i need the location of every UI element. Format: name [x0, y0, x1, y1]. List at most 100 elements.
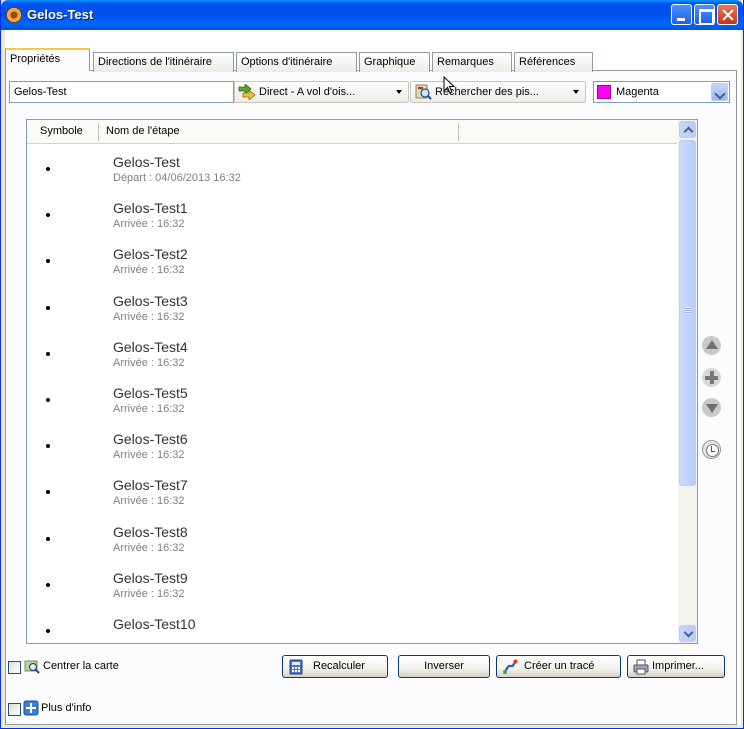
- waypoint-dot-icon: [46, 351, 50, 356]
- list-item[interactable]: Gelos-Test2 Arrivée : 16:32: [27, 237, 677, 283]
- list-item[interactable]: Gelos-Test7 Arrivée : 16:32: [27, 468, 677, 514]
- list-item[interactable]: Gelos-Test10: [27, 607, 677, 643]
- search-poi-icon: [415, 84, 432, 100]
- list-item[interactable]: Gelos-Test1 Arrivée : 16:32: [27, 191, 677, 237]
- more-info-label[interactable]: Plus d'info: [41, 702, 91, 714]
- scroll-thumb[interactable]: [679, 140, 696, 486]
- scroll-down-button[interactable]: [679, 625, 696, 642]
- waypoint-time: Arrivée : 16:32: [113, 356, 185, 369]
- waypoint-list[interactable]: Symbole Nom de l'étape Gelos-Test Départ …: [26, 119, 698, 644]
- waypoint-name: Gelos-Test9: [113, 569, 188, 586]
- list-item[interactable]: Gelos-Test3 Arrivée : 16:32: [27, 284, 677, 330]
- waypoint-time: Arrivée : 16:32: [113, 264, 185, 277]
- routing-mode-label: Direct - A vol d'ois...: [259, 86, 356, 98]
- add-waypoint-button[interactable]: [702, 368, 721, 387]
- vertical-scrollbar[interactable]: [678, 120, 697, 643]
- direct-route-icon: [238, 84, 256, 100]
- color-select[interactable]: Magenta: [593, 81, 730, 103]
- title-bar[interactable]: Gelos-Test: [1, 0, 743, 30]
- center-map-label[interactable]: Centrer la carte: [43, 660, 119, 672]
- app-window: Gelos-Test Propriétés Directions de l'it…: [0, 0, 744, 729]
- printer-icon: [633, 659, 649, 675]
- list-item[interactable]: Gelos-Test Départ : 04/06/2013 16:32: [27, 145, 677, 191]
- waypoint-dot-icon: [46, 167, 50, 171]
- reverse-label: Inverser: [424, 660, 464, 672]
- waypoint-name: Gelos-Test2: [113, 246, 188, 263]
- tab-proprietes[interactable]: Propriétés: [5, 48, 90, 71]
- waypoint-time: Arrivée : 16:32: [113, 449, 185, 462]
- waypoint-name: Gelos-Test8: [113, 523, 188, 540]
- minimize-button[interactable]: [671, 4, 692, 25]
- maximize-button[interactable]: [694, 4, 715, 25]
- move-up-button[interactable]: [702, 336, 721, 355]
- waypoint-dot-icon: [46, 305, 50, 310]
- waypoint-time: Arrivée : 16:32: [113, 587, 185, 600]
- waypoint-name: Gelos-Test1: [113, 200, 188, 217]
- waypoint-name: Gelos-Test: [113, 154, 180, 170]
- tab-options[interactable]: Options d'itinéraire: [236, 52, 357, 72]
- close-button[interactable]: [717, 4, 738, 25]
- list-item[interactable]: Gelos-Test5 Arrivée : 16:32: [27, 376, 677, 422]
- waypoint-dot-icon: [46, 397, 50, 402]
- track-icon: [503, 659, 518, 674]
- waypoint-time: Arrivée : 16:32: [113, 402, 185, 415]
- scroll-up-button[interactable]: [679, 121, 696, 138]
- recalculate-button[interactable]: Recalculer: [282, 655, 388, 678]
- more-info-checkbox[interactable]: [8, 703, 21, 716]
- waypoint-dot-icon: [46, 582, 50, 587]
- list-item[interactable]: Gelos-Test4 Arrivée : 16:32: [27, 330, 677, 376]
- waypoint-name: Gelos-Test6: [113, 431, 188, 448]
- move-down-button[interactable]: [702, 398, 721, 417]
- column-divider[interactable]: [98, 123, 99, 141]
- routing-mode-dropdown[interactable]: Direct - A vol d'ois...: [234, 81, 409, 103]
- tab-remarques[interactable]: Remarques: [432, 52, 512, 72]
- waypoint-dot-icon: [46, 259, 50, 264]
- column-divider[interactable]: [458, 123, 459, 141]
- color-label: Magenta: [616, 86, 659, 98]
- center-map-checkbox[interactable]: [8, 661, 21, 674]
- reverse-button[interactable]: Inverser: [398, 655, 490, 678]
- map-magnifier-icon: [24, 660, 40, 674]
- window-client: Propriétés Directions de l'itinéraire Op…: [5, 30, 741, 725]
- waypoint-dot-icon: [46, 213, 50, 218]
- recalculate-label: Recalculer: [313, 660, 365, 672]
- window-title: Gelos-Test: [27, 7, 94, 22]
- create-track-button[interactable]: Créer un tracé: [496, 655, 621, 678]
- column-header-symbol[interactable]: Symbole: [40, 125, 83, 137]
- print-button[interactable]: Imprimer...: [627, 655, 725, 678]
- waypoint-dot-icon: [46, 536, 50, 541]
- chevron-down-icon[interactable]: [711, 83, 728, 101]
- list-header: Symbole Nom de l'étape: [27, 120, 677, 144]
- tab-graphique[interactable]: Graphique: [359, 52, 430, 72]
- chevron-down-icon: [573, 90, 579, 94]
- create-track-label: Créer un tracé: [524, 660, 595, 672]
- list-rows: Gelos-Test Départ : 04/06/2013 16:32 Gelo…: [27, 145, 677, 643]
- list-item[interactable]: Gelos-Test9 Arrivée : 16:32: [27, 561, 677, 607]
- waypoint-name: Gelos-Test3: [113, 292, 188, 309]
- waypoint-name: Gelos-Test4: [113, 338, 188, 355]
- waypoint-time: Arrivée : 16:32: [113, 495, 185, 508]
- plus-icon: [23, 700, 39, 716]
- list-item[interactable]: Gelos-Test8 Arrivée : 16:32: [27, 515, 677, 561]
- route-name-field[interactable]: Gelos-Test: [9, 81, 234, 103]
- app-icon: [6, 7, 22, 23]
- column-header-name[interactable]: Nom de l'étape: [106, 125, 180, 137]
- list-item[interactable]: Gelos-Test6 Arrivée : 16:32: [27, 422, 677, 468]
- calculator-icon: [289, 659, 303, 675]
- waypoint-time: Arrivée : 16:32: [113, 541, 185, 554]
- waypoint-name: Gelos-Test5: [113, 384, 188, 401]
- waypoint-time: Arrivée : 16:32: [113, 310, 185, 323]
- tab-directions[interactable]: Directions de l'itinéraire: [93, 52, 234, 72]
- waypoint-time: Départ : 04/06/2013 16:32: [113, 172, 241, 184]
- mouse-pointer-icon: [443, 76, 456, 94]
- grip-icon: [685, 307, 691, 314]
- waypoint-dot-icon: [46, 444, 50, 449]
- clock-icon[interactable]: [702, 440, 721, 459]
- search-poi-dropdown[interactable]: Rechercher des pis...: [410, 81, 586, 103]
- waypoint-dot-icon: [46, 628, 50, 633]
- waypoint-time: Arrivée : 16:32: [113, 218, 185, 231]
- print-label: Imprimer...: [652, 660, 704, 672]
- tab-references[interactable]: Références: [514, 52, 593, 72]
- waypoint-name: Gelos-Test7: [113, 477, 188, 494]
- chevron-down-icon: [396, 90, 402, 94]
